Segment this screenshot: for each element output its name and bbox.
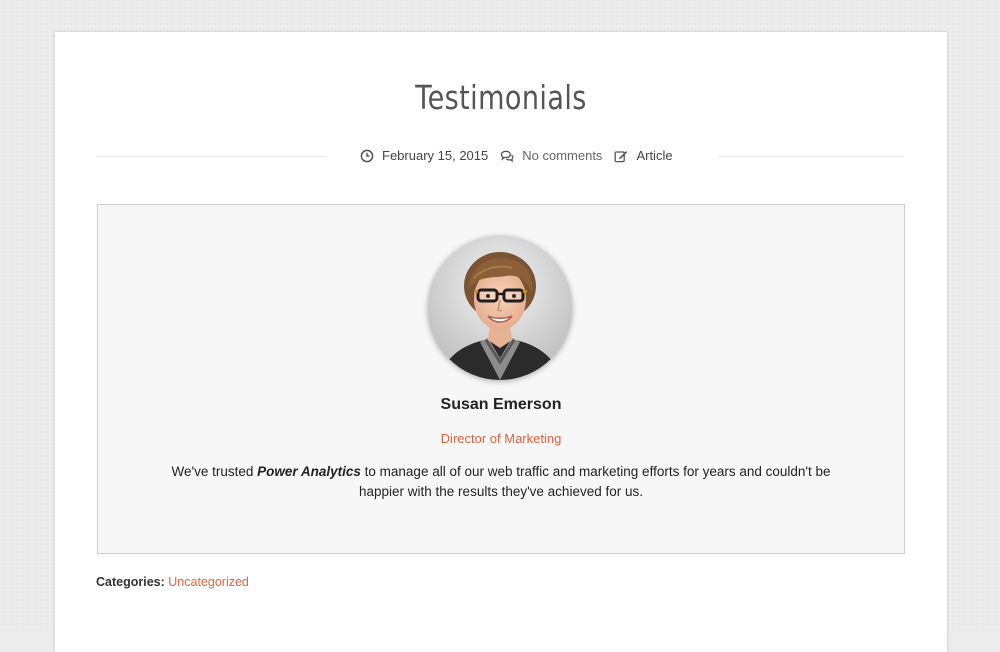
category-link[interactable]: Uncategorized bbox=[168, 575, 249, 589]
edit-icon bbox=[614, 150, 628, 162]
quote-text-start: We've trusted bbox=[171, 464, 258, 479]
post-meta: February 15, 2015 No comments Article bbox=[96, 146, 904, 168]
page-title: Testimonials bbox=[415, 78, 587, 117]
clock-icon bbox=[360, 149, 374, 162]
testimonial-name: Susan Emerson bbox=[440, 396, 562, 413]
avatar-portrait bbox=[428, 236, 572, 380]
meta-date: February 15, 2015 bbox=[360, 148, 488, 163]
meta-comments-text[interactable]: No comments bbox=[522, 148, 602, 163]
testimonial-role: Director of Marketing bbox=[440, 431, 562, 446]
quote-text-end: to manage all of our web traffic and mar… bbox=[359, 464, 831, 499]
post-card: Testimonials February 15, 2015 No commen… bbox=[55, 32, 947, 652]
meta-date-text: February 15, 2015 bbox=[382, 148, 489, 163]
meta-comments[interactable]: No comments bbox=[500, 148, 602, 163]
meta-type[interactable]: Article bbox=[614, 148, 673, 163]
testimonial-quote: We've trusted Power Analytics to manage … bbox=[158, 462, 844, 502]
meta-type-text[interactable]: Article bbox=[636, 148, 672, 163]
meta-divider-left bbox=[96, 156, 326, 157]
meta-divider-right bbox=[718, 156, 904, 157]
categories-label: Categories: bbox=[96, 575, 165, 589]
avatar bbox=[428, 236, 572, 380]
comments-icon bbox=[501, 150, 514, 162]
post-categories: Categories: Uncategorized bbox=[96, 575, 249, 589]
meta-items: February 15, 2015 No comments Article bbox=[360, 148, 685, 163]
testimonial-box: Susan Emerson Director of Marketing We'v… bbox=[97, 204, 905, 554]
quote-company: Power Analytics bbox=[257, 464, 361, 479]
